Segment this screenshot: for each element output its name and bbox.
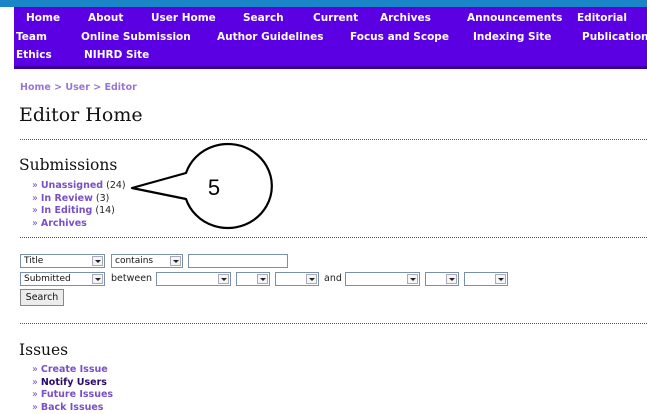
date-type-select-value: Submitted	[24, 274, 71, 284]
to-day-select[interactable]	[425, 272, 459, 286]
list-item: » Create Issue	[32, 364, 113, 377]
to-year-select[interactable]	[464, 272, 508, 286]
title-divider	[20, 139, 647, 140]
in-editing-link[interactable]: In Editing	[41, 205, 93, 216]
bullet: »	[32, 402, 38, 413]
bullet: »	[32, 364, 38, 375]
in-review-count: (3)	[96, 193, 109, 204]
unassigned-link[interactable]: Unassigned	[41, 180, 103, 191]
submissions-heading: Submissions	[19, 156, 117, 174]
chevron-down-icon	[218, 274, 229, 284]
field-select[interactable]: Title	[20, 254, 105, 268]
match-select[interactable]: contains	[111, 254, 183, 268]
top-accent-strip	[0, 0, 647, 7]
nav-archives[interactable]: Archives	[380, 12, 431, 24]
list-item: » Archives	[32, 218, 126, 231]
issues-heading: Issues	[19, 341, 68, 359]
between-label: between	[111, 273, 152, 284]
callout-number: 5	[208, 175, 220, 200]
unassigned-count: (24)	[106, 180, 126, 191]
notify-users-link[interactable]: Notify Users	[41, 377, 107, 388]
match-select-value: contains	[115, 256, 153, 266]
bullet: »	[32, 180, 38, 191]
breadcrumb-editor[interactable]: Editor	[105, 82, 137, 93]
search-input[interactable]	[188, 254, 288, 268]
and-label: and	[324, 273, 342, 284]
nav-editorial[interactable]: Editorial	[577, 12, 627, 24]
in-editing-count: (14)	[95, 205, 115, 216]
chevron-down-icon	[92, 256, 103, 266]
list-item: » Notify Users	[32, 377, 113, 390]
breadcrumb-separator: >	[54, 82, 62, 93]
nav-home[interactable]: Home	[26, 12, 60, 24]
chevron-down-icon	[446, 274, 457, 284]
breadcrumb-home[interactable]: Home	[20, 82, 51, 93]
submissions-divider	[20, 237, 647, 238]
nav-team[interactable]: Team	[16, 31, 47, 43]
nav-announcements[interactable]: Announcements	[467, 12, 562, 24]
nav-search[interactable]: Search	[243, 12, 284, 24]
bullet: »	[32, 389, 38, 400]
nav-ethics[interactable]: Ethics	[16, 49, 52, 61]
breadcrumb: Home > User > Editor	[20, 82, 137, 93]
list-item: » In Editing (14)	[32, 205, 126, 218]
list-item: » Unassigned (24)	[32, 180, 126, 193]
bullet: »	[32, 218, 38, 229]
from-month-select[interactable]	[156, 272, 231, 286]
nav-publication[interactable]: Publication	[582, 31, 647, 43]
search-button[interactable]: Search	[20, 289, 64, 306]
nav-author-guidelines[interactable]: Author Guidelines	[217, 31, 324, 43]
nav-online-submission[interactable]: Online Submission	[81, 31, 191, 43]
future-issues-link[interactable]: Future Issues	[41, 389, 113, 400]
chevron-down-icon	[495, 274, 506, 284]
bullet: »	[32, 205, 38, 216]
list-item: » Back Issues	[32, 402, 113, 414]
nav-current[interactable]: Current	[313, 12, 358, 24]
chevron-down-icon	[407, 274, 418, 284]
main-navigation: Home About User Home Search Current Arch…	[14, 7, 647, 66]
nav-user-home[interactable]: User Home	[151, 12, 216, 24]
breadcrumb-user[interactable]: User	[65, 82, 90, 93]
page-title: Editor Home	[19, 104, 143, 126]
from-day-select[interactable]	[236, 272, 270, 286]
from-year-select[interactable]	[275, 272, 319, 286]
list-item: » Future Issues	[32, 389, 113, 402]
chevron-down-icon	[257, 274, 268, 284]
chevron-down-icon	[306, 274, 317, 284]
nav-nihrd-site[interactable]: NIHRD Site	[84, 49, 149, 61]
back-issues-link[interactable]: Back Issues	[41, 402, 104, 413]
chevron-down-icon	[92, 274, 103, 284]
nav-focus-and-scope[interactable]: Focus and Scope	[350, 31, 449, 43]
in-review-link[interactable]: In Review	[41, 193, 93, 204]
nav-about[interactable]: About	[88, 12, 123, 24]
create-issue-link[interactable]: Create Issue	[41, 364, 108, 375]
chevron-down-icon	[170, 256, 181, 266]
nav-indexing-site[interactable]: Indexing Site	[473, 31, 551, 43]
to-month-select[interactable]	[345, 272, 420, 286]
field-select-value: Title	[24, 256, 43, 266]
bullet: »	[32, 377, 38, 388]
date-type-select[interactable]: Submitted	[20, 272, 105, 286]
breadcrumb-separator: >	[93, 82, 101, 93]
issues-list: » Create Issue » Notify Users » Future I…	[32, 364, 113, 414]
list-item: » In Review (3)	[32, 193, 126, 206]
submissions-list: » Unassigned (24) » In Review (3) » In E…	[32, 180, 126, 230]
archives-link[interactable]: Archives	[41, 218, 87, 229]
callout-bubble	[132, 144, 272, 228]
search-divider	[20, 323, 647, 324]
navigation-shadow	[14, 66, 647, 69]
bullet: »	[32, 193, 38, 204]
